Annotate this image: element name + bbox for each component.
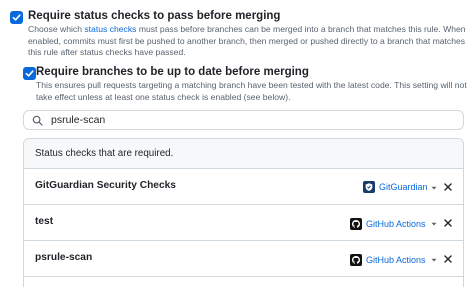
- app-selector[interactable]: GitGuardian: [363, 180, 428, 194]
- require-up-to-date-checkbox[interactable]: [23, 67, 36, 80]
- status-check-row-test: test GitHub Actions: [24, 205, 463, 241]
- require-up-to-date-title: Require branches to be up to date before…: [36, 66, 309, 78]
- status-check-row-psrule-scan: psrule-scan GitHub Actions: [24, 241, 463, 277]
- required-status-checks-list: Status checks that are required. GitGuar…: [23, 138, 464, 287]
- app-name: GitGuardian: [379, 182, 428, 192]
- list-header: Status checks that are required.: [24, 139, 463, 169]
- chevron-down-icon[interactable]: [429, 255, 439, 265]
- gitguardian-icon: [363, 181, 375, 193]
- app-name: GitHub Actions: [366, 255, 426, 265]
- status-check-name: psrule-scan: [35, 252, 93, 263]
- search-icon: [32, 115, 43, 126]
- require-status-checks-title: Require status checks to pass before mer…: [28, 10, 281, 22]
- chevron-down-icon[interactable]: [429, 183, 439, 193]
- desc-text-prefix: Choose which: [28, 24, 85, 34]
- check-icon: [12, 14, 21, 21]
- require-status-checks-description: Choose which status checks must pass bef…: [28, 24, 468, 59]
- status-check-search-input[interactable]: psrule-scan: [23, 110, 464, 130]
- remove-check-button[interactable]: [443, 254, 453, 264]
- status-checks-settings: Require status checks to pass before mer…: [0, 0, 474, 287]
- chevron-down-icon[interactable]: [429, 219, 439, 229]
- app-selector[interactable]: GitHub Actions: [350, 217, 426, 231]
- app-selector[interactable]: GitHub Actions: [350, 253, 426, 267]
- require-up-to-date-description: This ensures pull requests targeting a m…: [36, 80, 467, 102]
- status-check-row-gitguardian: GitGuardian Security Checks GitGuardian: [24, 169, 463, 205]
- github-actions-icon: [350, 218, 362, 230]
- remove-check-button[interactable]: [443, 218, 453, 228]
- check-icon: [25, 70, 34, 77]
- search-value: psrule-scan: [51, 114, 106, 126]
- status-checks-link[interactable]: status checks: [84, 24, 136, 34]
- list-header-text: Status checks that are required.: [35, 148, 174, 159]
- status-check-name: test: [35, 216, 54, 227]
- app-name: GitHub Actions: [366, 219, 426, 229]
- remove-check-button[interactable]: [443, 182, 453, 192]
- require-status-checks-checkbox[interactable]: [10, 11, 23, 24]
- github-actions-icon: [350, 254, 362, 266]
- status-check-name: GitGuardian Security Checks: [35, 180, 176, 191]
